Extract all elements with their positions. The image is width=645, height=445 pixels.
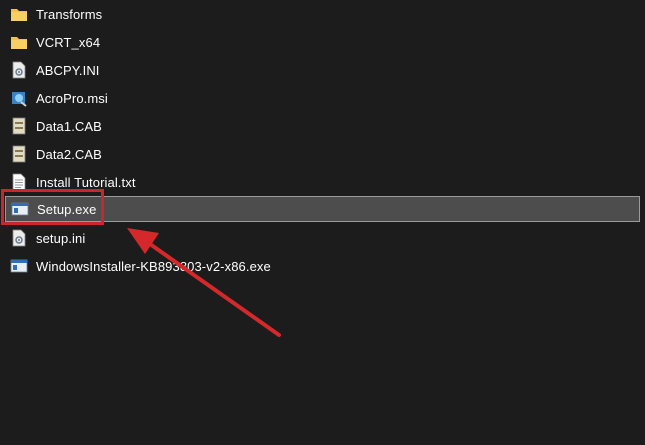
annotation-arrow [127, 228, 281, 337]
